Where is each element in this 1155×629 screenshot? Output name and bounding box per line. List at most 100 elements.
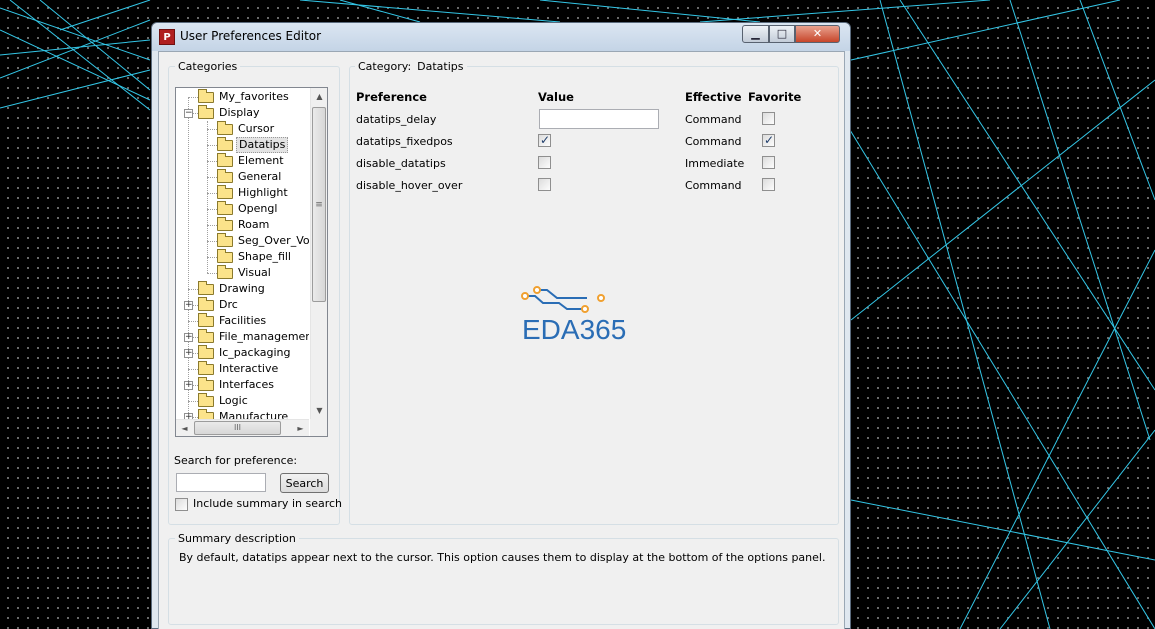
category-name: Datatips (417, 60, 464, 73)
tree-horizontal-scrollbar[interactable]: ◄ III ► (176, 419, 309, 436)
folder-icon (217, 185, 233, 199)
summary-description-text: By default, datatips appear next to the … (179, 551, 826, 564)
folder-icon (198, 361, 214, 375)
tree-item-label: Shape_fill (238, 250, 291, 263)
search-label: Search for preference: (174, 454, 298, 467)
summary-group-label: Summary description (175, 532, 299, 545)
preference-column-header: Preference (356, 90, 427, 104)
category-group-label: Category: Datatips (355, 60, 467, 73)
tree-item-label: General (238, 170, 282, 183)
folder-icon (198, 409, 214, 419)
value-checkbox-disable-hover-over[interactable] (538, 178, 551, 191)
expand-icon[interactable]: + (184, 301, 193, 310)
pref-effective-disable-datatips: Immediate (685, 157, 745, 170)
tree-item-label: Cursor (238, 122, 275, 135)
tree-item-interfaces[interactable]: + Interfaces (176, 377, 309, 393)
scroll-corner (310, 419, 327, 436)
scroll-right-arrow-icon[interactable]: ► (292, 420, 309, 437)
tree-item-label: Seg_Over_Voi (238, 234, 309, 247)
tree-item-manufacture[interactable]: + Manufacture (176, 409, 309, 419)
favorite-checkbox-disable-hover-over[interactable] (762, 178, 775, 191)
folder-icon (198, 105, 214, 119)
favorite-checkbox-datatips-fixedpos[interactable] (762, 133, 775, 147)
tree-item-shape-fill[interactable]: Shape_fill (176, 249, 309, 265)
pref-effective-disable-hover-over: Command (685, 179, 742, 192)
tree-vertical-scrollbar[interactable]: ▲ ≡ ▼ (310, 88, 327, 419)
search-button[interactable]: Search (280, 473, 329, 493)
scroll-up-arrow-icon[interactable]: ▲ (311, 88, 328, 105)
tree-item-label: Manufacture (219, 410, 289, 419)
value-checkbox-disable-datatips[interactable] (538, 156, 551, 169)
categories-group-label: Categories (175, 60, 241, 73)
tree-item-display[interactable]: − Display (176, 105, 309, 121)
favorite-checkbox-datatips-delay[interactable] (762, 112, 775, 125)
tree-item-label: Ic_packaging (219, 346, 291, 359)
tree-item-interactive[interactable]: Interactive (176, 361, 309, 377)
tree-item-ic-packaging[interactable]: + Ic_packaging (176, 345, 309, 361)
datatips-delay-value-input[interactable] (539, 109, 659, 129)
expand-icon[interactable]: + (184, 349, 193, 358)
folder-icon (217, 201, 233, 215)
tree-item-visual[interactable]: Visual (176, 265, 309, 281)
collapse-icon[interactable]: − (184, 109, 193, 118)
tree-item-drc[interactable]: + Drc (176, 297, 309, 313)
categories-tree[interactable]: My_favorites − Display Cursor Datatips Elemen… (175, 87, 328, 437)
folder-icon (217, 121, 233, 135)
search-input[interactable] (176, 473, 266, 492)
pref-name-disable-datatips: disable_datatips (356, 157, 446, 170)
app-icon[interactable]: P (159, 29, 175, 45)
tree-item-opengl[interactable]: Opengl (176, 201, 309, 217)
tree-item-datatips[interactable]: Datatips (176, 137, 309, 153)
include-summary-checkbox[interactable] (175, 498, 188, 511)
tree-item-my-favorites[interactable]: My_favorites (176, 89, 309, 105)
horizontal-scroll-thumb[interactable]: III (194, 421, 281, 435)
folder-icon (198, 345, 214, 359)
tree-item-drawing[interactable]: Drawing (176, 281, 309, 297)
expand-icon[interactable]: + (184, 381, 193, 390)
tree-items-container: My_favorites − Display Cursor Datatips Elemen… (176, 88, 309, 419)
category-label: Category: (358, 60, 412, 73)
tree-item-label: Opengl (238, 202, 278, 215)
include-summary-label: Include summary in search (193, 497, 343, 510)
value-checkbox-datatips-fixedpos[interactable] (538, 133, 551, 147)
tree-item-label: My_favorites (219, 90, 289, 103)
title-bar[interactable]: P User Preferences Editor ▁ □ ✕ (152, 23, 850, 51)
tree-item-label: Facilities (219, 314, 267, 327)
tree-item-logic[interactable]: Logic (176, 393, 309, 409)
folder-icon (198, 297, 214, 311)
tree-item-label: Display (219, 106, 260, 119)
pref-effective-datatips-delay: Command (685, 113, 742, 126)
tree-item-file-management[interactable]: + File_management (176, 329, 309, 345)
effective-column-header: Effective (685, 90, 742, 104)
scroll-left-arrow-icon[interactable]: ◄ (176, 420, 193, 437)
folder-icon (217, 233, 233, 247)
tree-item-label: Drawing (219, 282, 265, 295)
favorite-checkbox-disable-datatips[interactable] (762, 156, 775, 169)
minimize-button[interactable]: ▁ (742, 25, 769, 43)
maximize-button[interactable]: □ (769, 25, 795, 43)
pref-name-datatips-fixedpos: datatips_fixedpos (356, 135, 453, 148)
tree-item-highlight[interactable]: Highlight (176, 185, 309, 201)
folder-icon (198, 377, 214, 391)
folder-icon (217, 249, 233, 263)
eda365-watermark-text: EDA365 (522, 314, 627, 345)
folder-icon (217, 169, 233, 183)
close-button[interactable]: ✕ (795, 25, 840, 43)
tree-item-seg-over-voi[interactable]: Seg_Over_Voi (176, 233, 309, 249)
folder-icon (198, 313, 214, 327)
folder-icon (198, 89, 214, 103)
tree-item-element[interactable]: Element (176, 153, 309, 169)
expand-icon[interactable]: + (184, 333, 193, 342)
favorite-column-header: Favorite (748, 90, 802, 104)
user-preferences-editor-window: P User Preferences Editor ▁ □ ✕ Categori… (151, 22, 851, 629)
folder-icon (198, 281, 214, 295)
scroll-down-arrow-icon[interactable]: ▼ (311, 402, 328, 419)
tree-item-general[interactable]: General (176, 169, 309, 185)
vertical-scroll-thumb[interactable]: ≡ (312, 107, 326, 302)
tree-item-label: Datatips (236, 137, 289, 153)
tree-item-cursor[interactable]: Cursor (176, 121, 309, 137)
folder-icon (217, 217, 233, 231)
tree-item-label: Visual (238, 266, 271, 279)
tree-item-facilities[interactable]: Facilities (176, 313, 309, 329)
tree-item-roam[interactable]: Roam (176, 217, 309, 233)
